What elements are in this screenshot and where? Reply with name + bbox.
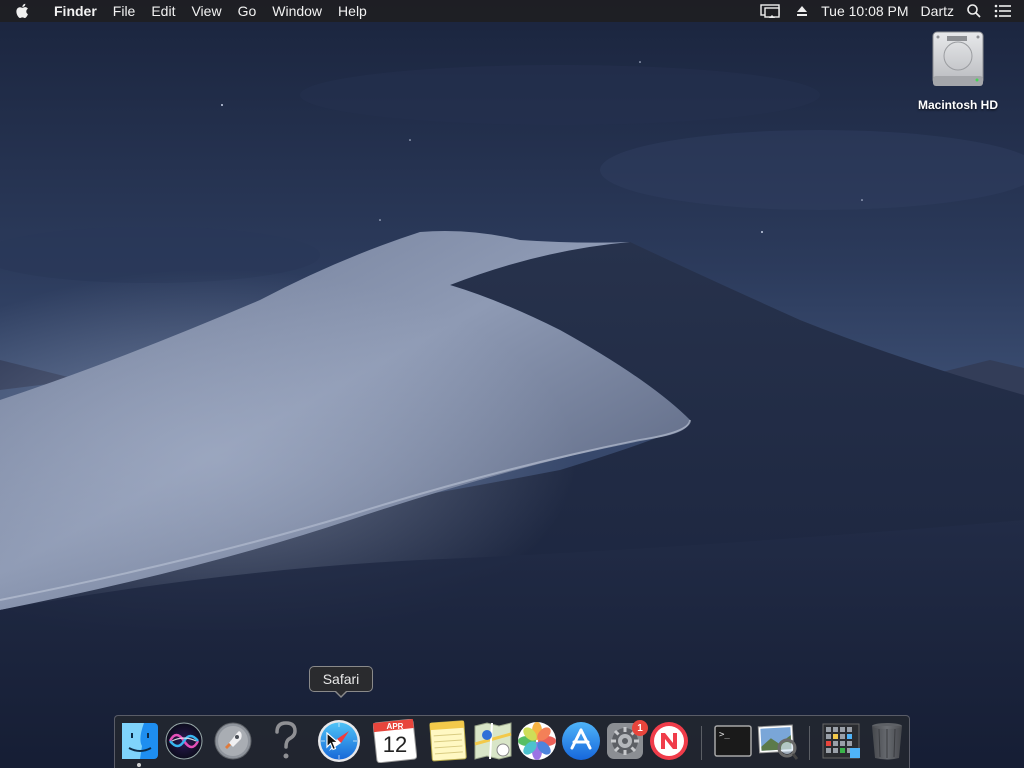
macintosh-hd-desktop-item[interactable]: Macintosh HD [910, 30, 1006, 112]
notification-badge: 1 [632, 720, 648, 736]
dock-item-news[interactable] [647, 719, 691, 763]
spotlight-search-icon[interactable] [960, 0, 988, 22]
news-icon [650, 722, 688, 760]
dock-item-finder[interactable] [118, 719, 162, 763]
menu-help[interactable]: Help [330, 0, 375, 22]
tooltip-arrow-inner [335, 690, 347, 696]
menu-edit[interactable]: Edit [143, 0, 183, 22]
apple-menu-icon[interactable] [0, 0, 44, 22]
dock-item-trash[interactable] [865, 719, 909, 763]
menu-go[interactable]: Go [230, 0, 265, 22]
terminal-icon [714, 725, 752, 757]
airplay-display-icon[interactable] [753, 0, 789, 22]
calendar-day: 12 [382, 732, 408, 757]
menu-user[interactable]: Dartz [915, 0, 960, 22]
dock-item-launchpad[interactable] [211, 719, 255, 763]
dock-item-applications[interactable] [819, 719, 863, 763]
desktop-item-label: Macintosh HD [917, 98, 998, 112]
menu-window[interactable]: Window [264, 0, 330, 22]
dock-item-terminal[interactable]: >_ [711, 719, 755, 763]
question-icon [275, 721, 297, 759]
finder-running-indicator [137, 763, 141, 767]
dock-tooltip: Safari [309, 666, 373, 692]
menu-file[interactable]: File [105, 0, 144, 22]
notes-icon [429, 720, 467, 762]
dock-item-siri[interactable] [162, 719, 206, 763]
notification-center-icon[interactable] [988, 0, 1024, 22]
dock-item-notes[interactable] [425, 719, 469, 763]
preview-icon [757, 724, 799, 760]
eject-icon[interactable] [789, 0, 815, 22]
dock: APR 12 1 >_ [114, 715, 910, 768]
dock-item-photos[interactable] [515, 719, 559, 763]
dock-separator [809, 726, 810, 760]
launchpad-icon [214, 722, 252, 760]
dock-item-app-store[interactable] [559, 719, 603, 763]
trash-icon [872, 723, 902, 760]
finder-icon [122, 723, 158, 759]
terminal-prompt: >_ [719, 730, 730, 740]
menu-clock[interactable]: Tue 10:08 PM [815, 0, 914, 22]
desktop-wallpaper [0, 0, 1024, 768]
menu-bar: Finder File Edit View Go Window Help Tue… [0, 0, 1024, 22]
dock-item-maps[interactable] [471, 719, 515, 763]
photos-icon [518, 722, 556, 760]
dock-item-preview[interactable] [755, 719, 799, 763]
mouse-cursor-icon [326, 732, 340, 751]
dock-item-system-preferences[interactable]: 1 [603, 719, 648, 763]
menu-view[interactable]: View [183, 0, 229, 22]
applications-folder-icon [822, 723, 860, 759]
calendar-month: APR [386, 722, 404, 731]
maps-icon [474, 722, 512, 760]
dock-separator [701, 726, 702, 760]
hard-drive-icon [932, 31, 984, 86]
dock-item-help[interactable] [264, 719, 308, 763]
menu-app-finder[interactable]: Finder [44, 0, 105, 22]
dock-item-calendar[interactable]: APR 12 [373, 719, 417, 763]
siri-icon [165, 722, 203, 760]
app-store-icon [562, 722, 600, 760]
